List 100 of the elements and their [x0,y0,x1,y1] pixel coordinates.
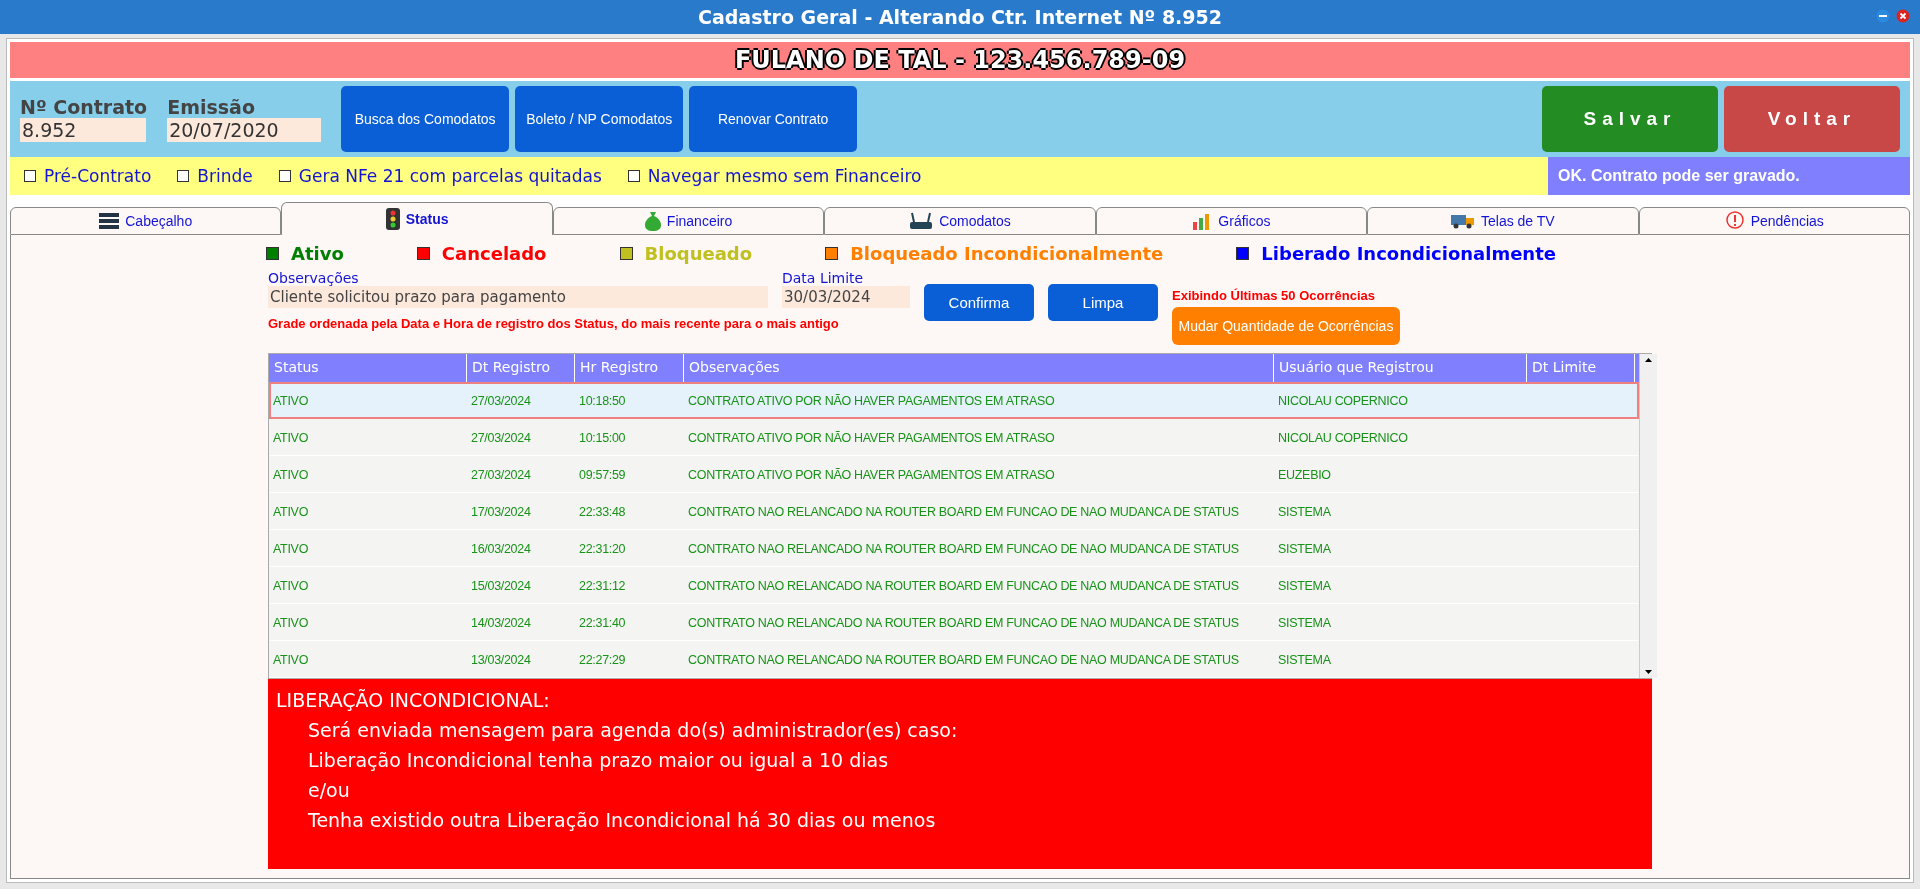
option-checkbox[interactable]: Pré-Contrato [24,166,152,186]
table-row[interactable]: ATIVO 27/03/2024 10:18:50 CONTRATO ATIVO POR NÃO HAVER PAGAMENTOS EM ATRASO NICOLAU COPERNICO [269,382,1639,419]
action-button[interactable]: Renovar Contrato [689,86,858,152]
table-cell-text: ATIVO [272,616,309,630]
action-button[interactable]: Busca dos Comodatos [341,86,510,152]
table-cell-text: 22:31:12 [578,579,626,593]
table-cell-text: CONTRATO NAO RELANCADO NA ROUTER BOARD EM FUNCAO DE NAO MUDANCA DE STATUS [687,579,1239,593]
table-cell-text: 10:18:50 [578,393,626,408]
table-cell-text: CONTRATO NAO RELANCADO NA ROUTER BOARD EM FUNCAO DE NAO MUDANCA DE STATUS [687,616,1239,630]
client-banner: FULANO DE TAL - 123.456.789-09 [10,42,1910,78]
legend-label: Liberado Incondicionalmente [1261,243,1556,264]
table-row[interactable]: ATIVO 13/03/2024 22:27:29 CONTRATO NAO RELANCADO NA ROUTER BOARD EM FUNCAO DE NAO MUDANCA DE STATUS SISTEMA [269,641,1639,678]
option-checkbox[interactable]: Brinde [177,166,253,186]
table-row[interactable]: ATIVO 14/03/2024 22:31:40 CONTRATO NAO RELANCADO NA ROUTER BOARD EM FUNCAO DE NAO MUDANCA DE STATUS SISTEMA [269,604,1639,641]
table-cell-text: ATIVO [272,542,309,556]
grid-note: Grade ordenada pela Data e Hora de registro dos Status, do mais recente para o mais antigo [268,316,840,331]
table-cell-text: SISTEMA [1277,542,1331,556]
checkbox[interactable] [24,170,36,182]
back-button[interactable]: Voltar [1724,86,1900,152]
clear-button[interactable]: Limpa [1048,284,1158,321]
table-cell-text: 27/03/2024 [470,468,531,482]
tab[interactable]: Comodatos [824,207,1096,235]
table-cell-text: ATIVO [272,505,309,519]
table-row[interactable]: ATIVO 16/03/2024 22:31:20 CONTRATO NAO RELANCADO NA ROUTER BOARD EM FUNCAO DE NAO MUDANCA DE STATUS SISTEMA [269,530,1639,567]
table-cell-text: 22:31:20 [578,542,626,556]
input-field[interactable]: 30/03/2024 [782,286,910,308]
table-cell-text: 17/03/2024 [470,505,531,519]
action-button[interactable]: Boleto / NP Comodatos [515,86,684,152]
input-field[interactable]: 20/07/2020 [167,118,322,142]
table-cell-text: 13/03/2024 [470,653,531,667]
tab[interactable]: Financeiro [552,207,825,235]
checkbox[interactable] [627,170,640,182]
legend-label: Cancelado [441,243,547,264]
table-cell-text: EUZEBIO [1277,468,1331,482]
checkbox[interactable] [278,170,291,182]
table-cell-text: 15/03/2024 [470,579,531,593]
table-row[interactable]: ATIVO 17/03/2024 22:33:48 CONTRATO NAO RELANCADO NA ROUTER BOARD EM FUNCAO DE NAO MUDANCA DE STATUS SISTEMA [269,493,1639,530]
table-cell-text: 10:15:00 [578,431,626,445]
table-cell-text: CONTRATO NAO RELANCADO NA ROUTER BOARD EM FUNCAO DE NAO MUDANCA DE STATUS [687,505,1239,519]
occurrences-note: Exibindo Últimas 50 Ocorrências [1172,288,1377,303]
field-label: Data Limite [782,270,865,286]
option-checkbox[interactable]: Navegar mesmo sem Financeiro [627,166,922,186]
tab[interactable]: Cabeçalho [10,207,282,235]
input-field[interactable]: 8.952 [20,118,146,142]
window-title: Cadastro Geral - Alterando Ctr. Internet Nº 8.952 [698,6,1222,28]
table-cell-text: ATIVO [272,431,309,445]
table-cell-text: CONTRATO NAO RELANCADO NA ROUTER BOARD EM FUNCAO DE NAO MUDANCA DE STATUS [687,542,1239,556]
table-cell-text: 22:31:40 [578,616,626,630]
table-cell-text: 27/03/2024 [470,431,531,445]
notice-line: e/ou [307,779,351,801]
table-cell-text: 09:57:59 [578,468,626,482]
field-label: Nº Contrato [20,96,148,118]
close-icon[interactable] [1896,9,1910,23]
table-cell-text: CONTRATO ATIVO POR NÃO HAVER PAGAMENTOS EM ATRASO [687,393,1055,408]
money-bag-icon [644,211,661,231]
minimize-icon[interactable] [1876,9,1890,23]
tab[interactable]: Gráficos [1095,207,1368,235]
table-cell-text: NICOLAU COPERNICO [1277,431,1408,445]
table-cell-text: ATIVO [272,468,309,482]
field-label: Emissão [167,96,256,118]
legend-label: Bloqueado [644,243,753,264]
table-cell-text: 27/03/2024 [470,393,531,408]
table-row[interactable]: ATIVO 27/03/2024 10:15:00 CONTRATO ATIVO POR NÃO HAVER PAGAMENTOS EM ATRASO NICOLAU COPERNICO [269,419,1639,456]
table-cell-text: CONTRATO ATIVO POR NÃO HAVER PAGAMENTOS EM ATRASO [687,431,1055,445]
list-icon [99,212,120,230]
alert-icon [1724,211,1745,231]
truck-icon [1451,213,1475,229]
table-row[interactable]: ATIVO 15/03/2024 22:31:12 CONTRATO NAO RELANCADO NA ROUTER BOARD EM FUNCAO DE NAO MUDANCA DE STATUS SISTEMA [269,567,1639,604]
notice-line: Tenha existido outra Liberação Incondicional há 30 dias ou menos [307,809,937,831]
table-cell-text: SISTEMA [1277,505,1331,519]
table-cell-text: SISTEMA [1277,579,1331,593]
tab[interactable]: Pendências [1638,207,1910,235]
confirm-button[interactable]: Confirma [924,284,1034,321]
scrollbar[interactable] [1639,354,1657,678]
notice-line: Liberação Incondicional tenha prazo maior ou igual a 10 dias [307,749,890,771]
legend-label: Ativo [291,243,344,264]
table-cell-text: 22:33:48 [578,505,626,519]
table-cell-text: NICOLAU COPERNICO [1277,393,1408,408]
router-icon [909,212,934,230]
table-cell-text: SISTEMA [1277,616,1331,630]
traffic-light-icon [385,208,400,230]
table-cell-text: 16/03/2024 [470,542,531,556]
table-cell-text: ATIVO [272,393,309,408]
save-button[interactable]: Salvar [1542,86,1718,152]
table-cell-text: 14/03/2024 [470,616,531,630]
notice-line: Será enviada mensagem para agenda do(s) administrador(es) caso: [307,719,959,741]
table-row[interactable]: ATIVO 27/03/2024 09:57:59 CONTRATO ATIVO POR NÃO HAVER PAGAMENTOS EM ATRASO EUZEBIO [269,456,1639,493]
status-message: OK. Contrato pode ser gravado. [1548,157,1910,195]
table-cell-text: 22:27:29 [578,653,626,667]
field-label: Observações [268,270,360,286]
input-field[interactable]: Cliente solicitou prazo para pagamento [268,286,768,308]
table-cell-text: CONTRATO ATIVO POR NÃO HAVER PAGAMENTOS EM ATRASO [687,468,1055,482]
checkbox[interactable] [177,170,190,182]
tab[interactable]: Status [281,202,553,235]
table-cell-text: SISTEMA [1277,653,1331,667]
legend-label: Bloqueado Incondicionalmente [850,243,1164,264]
tab[interactable]: Telas de TV [1367,207,1639,235]
option-checkbox[interactable]: Gera NFe 21 com parcelas quitadas [278,166,602,186]
table-cell-text: ATIVO [272,653,309,667]
notice-title: LIBERAÇÃO INCONDICIONAL: [276,689,551,711]
